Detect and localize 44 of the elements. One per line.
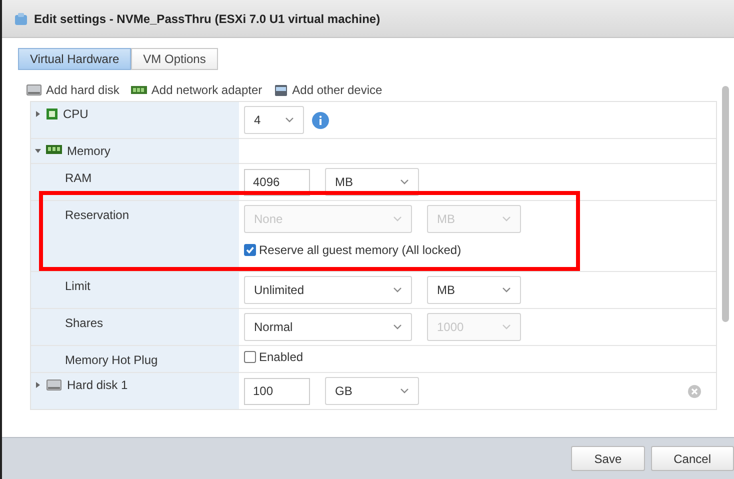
setting-label: Shares (65, 316, 104, 330)
toolbar-button[interactable]: Add network adapter (131, 83, 262, 97)
expand-arrow-icon[interactable] (35, 111, 41, 117)
device-icon (274, 84, 288, 96)
scrollbar-thumb[interactable] (722, 86, 729, 322)
dialog-button[interactable]: Cancel (650, 446, 734, 471)
setting-label: Hard disk 1 (67, 378, 128, 392)
chevron-icon (285, 117, 294, 123)
dropdown[interactable]: Normal (244, 313, 412, 341)
setting-label: CPU (63, 107, 88, 121)
chevron-icon (502, 216, 511, 222)
number-field[interactable]: 100 (244, 378, 310, 404)
dropdown[interactable]: MB (427, 276, 521, 304)
dialog-button[interactable]: Save (571, 446, 645, 471)
setting-label: Memory (67, 144, 110, 158)
toolbar-button[interactable]: Add hard disk (26, 83, 120, 97)
dropdown[interactable]: 4 (244, 106, 304, 134)
setting-label: Reservation (65, 208, 130, 222)
checkbox[interactable]: Enabled (244, 350, 304, 364)
chip-icon (46, 108, 58, 120)
chevron-icon (400, 388, 409, 394)
info-icon[interactable] (312, 112, 329, 128)
chevron-icon (400, 179, 409, 185)
window-title: Edit settings - NVMe_PassThru (ESXi 7.0 U1 virtual machine) (34, 12, 380, 26)
network-card-icon (131, 85, 148, 95)
window-icon (14, 12, 28, 26)
checkbox[interactable]: Reserve all guest memory (All locked) (244, 243, 711, 257)
tab[interactable]: Virtual Hardware (18, 48, 132, 70)
chevron-icon (393, 216, 402, 222)
memory-module-icon (46, 145, 62, 154)
expand-arrow-icon[interactable] (35, 382, 41, 388)
toolbar-button[interactable]: Add other device (274, 83, 382, 97)
setting-label: RAM (65, 171, 92, 185)
dropdown[interactable]: GB (325, 377, 419, 405)
chevron-icon (393, 287, 402, 293)
chevron-icon (393, 324, 402, 330)
chevron-icon (502, 287, 511, 293)
setting-label: Memory Hot Plug (65, 353, 158, 367)
setting-label: Limit (65, 279, 90, 293)
checkmark-icon (245, 245, 255, 255)
chevron-icon (502, 324, 511, 330)
tab[interactable]: VM Options (131, 48, 218, 70)
dropdown[interactable]: Unlimited (244, 276, 412, 304)
expand-arrow-icon[interactable] (35, 148, 41, 154)
